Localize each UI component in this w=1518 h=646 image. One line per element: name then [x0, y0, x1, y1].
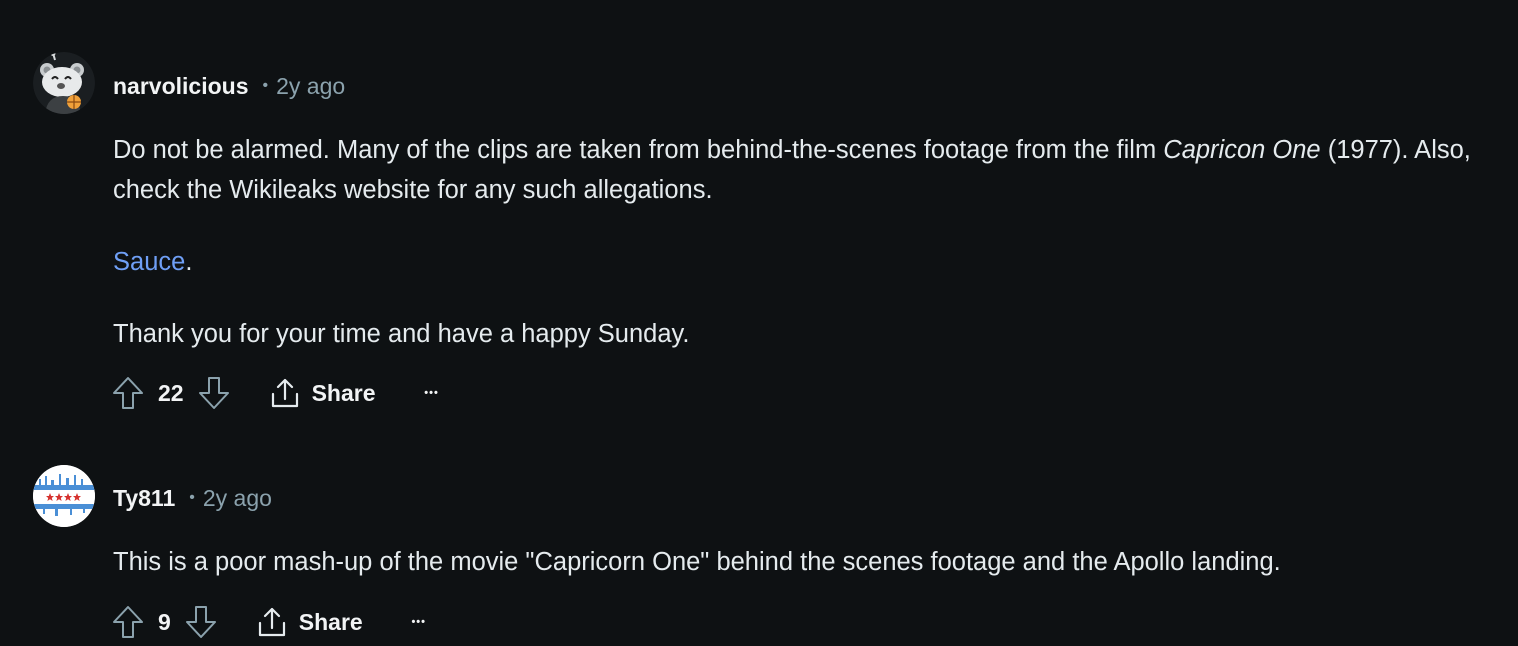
vote-score: 9 [158, 608, 171, 635]
more-options-button[interactable]: ••• [401, 604, 437, 640]
comment-meta: Ty811 • 2y ago [113, 484, 272, 512]
vote-score: 22 [158, 379, 184, 406]
more-icon: ••• [411, 616, 427, 628]
user-avatar[interactable] [33, 465, 95, 527]
downvote-button[interactable] [196, 375, 232, 411]
paragraph-text: Do not be alarmed. Many of the clips are… [113, 136, 1164, 164]
comment-meta: narvolicious • 2y ago [113, 72, 345, 100]
more-icon: ••• [424, 387, 439, 399]
comment-paragraph: Sauce. [113, 242, 1508, 282]
snoo-avatar-icon [33, 52, 95, 114]
share-icon [258, 607, 285, 637]
comment-body: This is a poor mash-up of the movie "Cap… [113, 542, 1508, 582]
share-button[interactable]: Share [257, 606, 363, 638]
sauce-link[interactable]: Sauce [113, 248, 185, 276]
upvote-icon [113, 377, 143, 409]
upvote-button[interactable] [110, 604, 146, 640]
share-label: Share [298, 608, 363, 635]
separator-dot: • [189, 489, 195, 506]
comment-paragraph: Thank you for your time and have a happy… [113, 320, 690, 348]
timestamp[interactable]: 2y ago [276, 72, 345, 100]
comment-actions: 22 Share ••• [110, 373, 450, 413]
comment-paragraph: This is a poor mash-up of the movie "Cap… [113, 548, 1281, 576]
comment-body: Do not be alarmed. Many of the clips are… [113, 130, 1508, 354]
downvote-icon [185, 606, 216, 638]
comment-paragraph: Do not be alarmed. Many of the clips are… [113, 130, 1508, 210]
share-label: Share [311, 379, 376, 406]
downvote-button[interactable] [183, 604, 219, 640]
film-title: Capricon One [1163, 136, 1321, 164]
comment-actions: 9 Share ••• [110, 602, 437, 642]
username[interactable]: narvolicious [113, 72, 248, 100]
separator-dot: • [262, 77, 269, 94]
upvote-button[interactable] [110, 375, 146, 411]
link-suffix: . [185, 248, 193, 276]
user-avatar[interactable] [33, 52, 95, 114]
timestamp[interactable]: 2y ago [203, 484, 272, 512]
downvote-icon [198, 377, 229, 409]
share-button[interactable]: Share [270, 377, 376, 409]
upvote-icon [113, 606, 143, 638]
username[interactable]: Ty811 [113, 484, 175, 512]
share-icon [271, 378, 298, 408]
more-options-button[interactable]: ••• [414, 375, 450, 411]
chicago-flag-avatar-icon [33, 465, 95, 527]
